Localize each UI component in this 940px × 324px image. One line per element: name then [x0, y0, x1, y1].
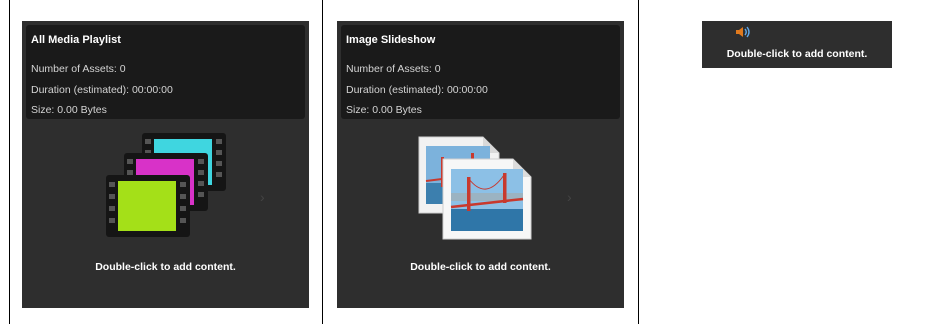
column-divider	[638, 0, 639, 324]
add-content-hint: Double-click to add content.	[410, 261, 551, 273]
image-slideshow-tile[interactable]: Image Slideshow Number of Assets: 0 Dura…	[337, 21, 624, 308]
chevron-right-icon: ›	[567, 189, 572, 205]
asset-count: Number of Assets: 0	[31, 63, 126, 75]
playlist-info-panel: All Media Playlist Number of Assets: 0 D…	[26, 25, 305, 119]
add-content-hint: Double-click to add content.	[726, 48, 868, 60]
column-divider	[322, 0, 323, 324]
slideshow-info-panel: Image Slideshow Number of Assets: 0 Dura…	[341, 25, 620, 119]
duration-estimate: Duration (estimated): 00:00:00	[346, 84, 488, 96]
slideshow-title: Image Slideshow	[346, 34, 436, 46]
add-content-hint: Double-click to add content.	[95, 261, 236, 273]
asset-count: Number of Assets: 0	[346, 63, 441, 75]
size-readout: Size: 0.00 Bytes	[31, 104, 107, 116]
size-readout: Size: 0.00 Bytes	[346, 104, 422, 116]
chevron-right-icon: ›	[260, 189, 265, 205]
audio-content-tile[interactable]: Double-click to add content.	[702, 21, 892, 68]
duration-estimate: Duration (estimated): 00:00:00	[31, 84, 173, 96]
column-divider	[9, 0, 10, 324]
film-stack-icon	[102, 129, 232, 246]
image-stack-icon	[413, 131, 545, 248]
speaker-icon	[735, 25, 751, 44]
playlist-title: All Media Playlist	[31, 34, 121, 46]
media-playlist-tile[interactable]: All Media Playlist Number of Assets: 0 D…	[22, 21, 309, 308]
